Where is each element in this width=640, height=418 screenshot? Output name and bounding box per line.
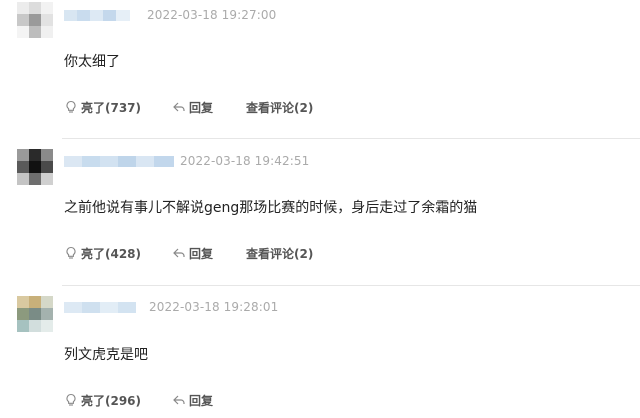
comment-timestamp: 2022-03-18 19:28:01 (149, 300, 279, 314)
reply-arrow-icon (173, 248, 185, 258)
reply-label: 回复 (189, 393, 214, 408)
reply-label: 回复 (189, 246, 214, 261)
comment-text: 你太细了 (64, 54, 120, 70)
username-pixel (136, 156, 154, 167)
divider (62, 285, 640, 286)
comment-timestamp: 2022-03-18 19:27:00 (147, 8, 277, 22)
like-button[interactable]: 亮了(428) (64, 243, 141, 263)
reply-button[interactable]: 回复 (172, 97, 213, 117)
avatar[interactable] (17, 296, 53, 332)
divider (62, 138, 640, 139)
username-pixel (77, 10, 90, 21)
username-pixel (118, 302, 136, 313)
avatar[interactable] (17, 149, 53, 185)
username-pixel (64, 302, 82, 313)
lightbulb-icon (66, 246, 76, 259)
view-replies-link[interactable]: 查看评论(2) (246, 97, 313, 117)
reply-arrow-icon (173, 102, 185, 112)
username[interactable] (64, 302, 136, 313)
comment-list: 2022-03-18 19:27:00 你太细了 亮了(737) 回复 查看评论… (0, 0, 640, 418)
username-pixel (64, 10, 77, 21)
view-replies-link[interactable]: 查看评论(2) (246, 243, 313, 263)
username-pixel (82, 302, 100, 313)
like-count-label: 亮了(737) (81, 100, 142, 115)
username-pixel (90, 10, 103, 21)
view-replies-label: 查看评论(2) (246, 100, 314, 115)
like-count-label: 亮了(428) (81, 246, 142, 261)
comment-text: 之前他说有事儿不解说geng那场比赛的时候，身后走过了余霜的猫 (64, 200, 478, 216)
reply-button[interactable]: 回复 (172, 390, 213, 410)
username-pixel (103, 10, 116, 21)
comment-text: 列文虎克是吧 (64, 347, 148, 363)
username[interactable] (64, 10, 130, 21)
username-pixel (100, 156, 118, 167)
lightbulb-icon (66, 393, 76, 406)
username-pixel (118, 156, 136, 167)
username-pixel (64, 156, 82, 167)
reply-label: 回复 (189, 100, 214, 115)
username-pixel (116, 10, 130, 21)
lightbulb-icon (66, 100, 76, 113)
reply-arrow-icon (173, 395, 185, 405)
like-button[interactable]: 亮了(296) (64, 390, 141, 410)
username-pixel (82, 156, 100, 167)
view-replies-label: 查看评论(2) (246, 246, 314, 261)
username[interactable] (64, 156, 174, 167)
like-button[interactable]: 亮了(737) (64, 97, 141, 117)
avatar[interactable] (17, 2, 53, 38)
like-count-label: 亮了(296) (81, 393, 142, 408)
reply-button[interactable]: 回复 (172, 243, 213, 263)
username-pixel (154, 156, 174, 167)
username-pixel (100, 302, 118, 313)
comment-timestamp: 2022-03-18 19:42:51 (180, 154, 310, 168)
